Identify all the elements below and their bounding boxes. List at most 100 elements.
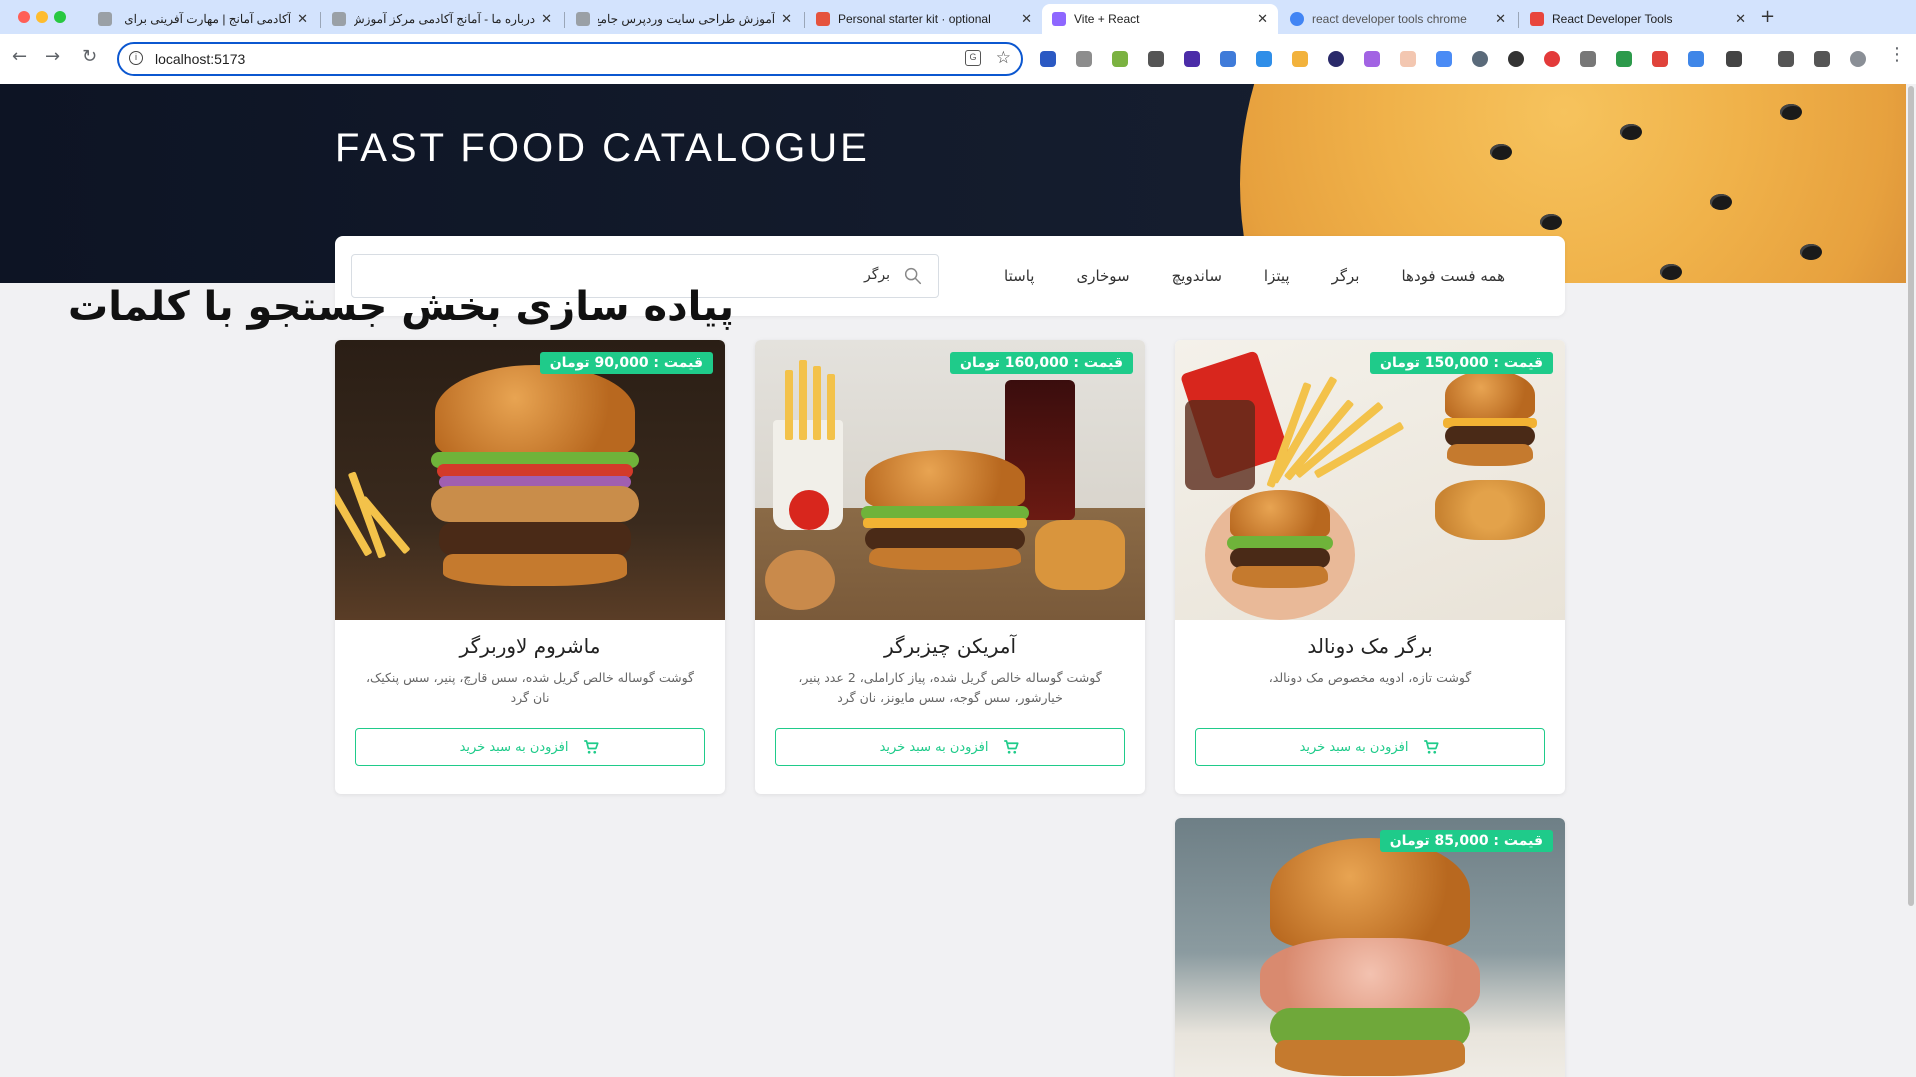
product-description: گوشت گوساله خالص گریل شده، سس قارچ، پنیر… xyxy=(365,670,695,705)
extension-icon[interactable] xyxy=(1328,51,1344,67)
add-to-cart-label: افزودن به سبد خرید xyxy=(1299,739,1409,755)
side-panel-icon[interactable] xyxy=(1814,51,1830,67)
page-scrollbar-track[interactable] xyxy=(1906,84,1916,1077)
product-description: گوشت گوساله خالص گریل شده، پیاز کاراملی،… xyxy=(798,670,1102,705)
product-image: قیمت : 90,000 تومان xyxy=(335,340,725,620)
browser-tab[interactable]: درباره ما - آمانج آکادمی مرکز آموزش ✕ xyxy=(322,4,562,34)
product-image: قیمت : 85,000 تومان xyxy=(1175,818,1565,1077)
close-tab-icon[interactable]: ✕ xyxy=(297,11,308,27)
product-card: قیمت : 90,000 تومان ماشروم لاوربرگر گوشت… xyxy=(335,340,725,794)
category-pizza[interactable]: پیتزا xyxy=(1264,267,1290,285)
product-card: قیمت : 150,000 تومان برگر مک دونالد گوشت… xyxy=(1175,340,1565,794)
recorder-icon[interactable] xyxy=(1652,51,1668,67)
product-name: برگر مک دونالد xyxy=(1307,634,1433,658)
price-badge: قیمت : 160,000 تومان xyxy=(950,352,1133,374)
vite-favicon-icon xyxy=(1052,12,1066,26)
url-text[interactable]: localhost:5173 xyxy=(155,51,245,67)
price-badge: قیمت : 90,000 تومان xyxy=(539,352,713,374)
category-pasta[interactable]: پاستا xyxy=(1004,267,1034,285)
category-fried[interactable]: سوخاری xyxy=(1076,267,1129,285)
browser-tab[interactable]: Personal starter kit · optional ✕ xyxy=(806,4,1042,34)
price-badge: قیمت : 150,000 تومان xyxy=(1370,352,1553,374)
extension-icon[interactable] xyxy=(1292,51,1308,67)
menu-kebab-icon[interactable]: ⋮ xyxy=(1888,44,1906,65)
browser-tab-bar: آکادمی آمانج | مهارت آفرینی برای و ✕ درب… xyxy=(0,0,1916,34)
adblock-icon[interactable] xyxy=(1544,51,1560,67)
search-value[interactable]: برگر xyxy=(864,267,890,283)
overlay-caption: پیاده سازی بخش جستجو با کلمات xyxy=(68,284,734,330)
new-tab-button[interactable]: + xyxy=(1760,6,1775,27)
browser-tab[interactable]: آموزش طراحی سایت وردپرس جامع ✕ xyxy=(566,4,802,34)
maximize-window-button[interactable] xyxy=(54,11,66,23)
category-nav: همه فست فودها برگر پیتزا ساندویچ سوخاری … xyxy=(1004,236,1505,316)
product-description: گوشت تازه، ادویه مخصوص مک دونالد، xyxy=(1268,670,1472,685)
tab-favicon-icon xyxy=(576,12,590,26)
qr-code-icon[interactable] xyxy=(1148,51,1164,67)
price-badge: قیمت : 85,000 تومان xyxy=(1379,830,1553,852)
extension-icon[interactable] xyxy=(1184,51,1200,67)
browser-tab-active[interactable]: Vite + React ✕ xyxy=(1042,4,1278,34)
close-tab-icon[interactable]: ✕ xyxy=(781,11,792,27)
cart-icon xyxy=(584,740,600,754)
product-image: قیمت : 150,000 تومان xyxy=(1175,340,1565,620)
translate-icon[interactable]: G xyxy=(965,50,981,66)
product-image: قیمت : 160,000 تومان xyxy=(755,340,1145,620)
add-to-cart-label: افزودن به سبد خرید xyxy=(459,739,569,755)
site-info-icon[interactable]: i xyxy=(129,51,143,65)
react-devtools-icon[interactable] xyxy=(1472,51,1488,67)
extensions-puzzle-icon[interactable] xyxy=(1726,51,1742,67)
extension-icon[interactable] xyxy=(1436,51,1452,67)
close-window-button[interactable] xyxy=(18,11,30,23)
forward-arrow-icon[interactable]: → xyxy=(45,46,60,67)
address-bar[interactable]: i localhost:5173 G ☆ xyxy=(117,42,1023,76)
page-title: FAST FOOD CATALOGUE xyxy=(335,126,870,170)
category-burger[interactable]: برگر xyxy=(1332,267,1360,285)
extension-icon[interactable] xyxy=(1400,51,1416,67)
extension-icon[interactable] xyxy=(1364,51,1380,67)
extension-icon[interactable] xyxy=(1076,51,1092,67)
tab-favicon-icon xyxy=(816,12,830,26)
add-to-cart-button[interactable]: افزودن به سبد خرید xyxy=(775,728,1125,766)
downloads-icon[interactable] xyxy=(1778,51,1794,67)
extension-icon[interactable] xyxy=(1580,51,1596,67)
extension-icon[interactable] xyxy=(1688,51,1704,67)
extension-icon[interactable] xyxy=(1112,51,1128,67)
cart-icon xyxy=(1004,740,1020,754)
category-all[interactable]: همه فست فودها xyxy=(1401,267,1505,285)
extension-icon[interactable] xyxy=(1040,51,1056,67)
cart-icon xyxy=(1424,740,1440,754)
close-tab-icon[interactable]: ✕ xyxy=(1021,11,1032,27)
minimize-window-button[interactable] xyxy=(36,11,48,23)
extension-icon[interactable] xyxy=(1220,51,1236,67)
profile-avatar[interactable] xyxy=(1850,51,1866,67)
close-tab-icon[interactable]: ✕ xyxy=(1257,11,1268,27)
reload-icon[interactable]: ↻ xyxy=(82,46,97,67)
tab-favicon-icon xyxy=(98,12,112,26)
page-viewport: FAST FOOD CATALOGUE همه فست فودها برگر پ… xyxy=(0,84,1916,1077)
download-helper-icon[interactable] xyxy=(1256,51,1272,67)
browser-tab[interactable]: آکادمی آمانج | مهارت آفرینی برای و ✕ xyxy=(88,4,318,34)
extension-icon[interactable] xyxy=(1508,51,1524,67)
browser-tab[interactable]: react developer tools chrome ✕ xyxy=(1280,4,1516,34)
close-tab-icon[interactable]: ✕ xyxy=(1735,11,1746,27)
google-favicon-icon xyxy=(1290,12,1304,26)
browser-tab[interactable]: React Developer Tools ✕ xyxy=(1520,4,1756,34)
product-name: ماشروم لاوربرگر xyxy=(459,634,601,658)
category-sandwich[interactable]: ساندویچ xyxy=(1172,267,1222,285)
close-tab-icon[interactable]: ✕ xyxy=(1495,11,1506,27)
product-name: آمریکن چیزبرگر xyxy=(883,634,1017,658)
search-icon xyxy=(904,267,922,285)
product-card: قیمت : 85,000 تومان xyxy=(1175,818,1565,1077)
add-to-cart-button[interactable]: افزودن به سبد خرید xyxy=(355,728,705,766)
product-card: قیمت : 160,000 تومان آمریکن چیزبرگر گوشت… xyxy=(755,340,1145,794)
shield-icon[interactable] xyxy=(1616,51,1632,67)
page-scrollbar-thumb[interactable] xyxy=(1908,86,1914,906)
browser-toolbar: ← → ↻ i localhost:5173 G ☆ ⋮ xyxy=(0,34,1916,84)
back-arrow-icon[interactable]: ← xyxy=(12,46,27,67)
add-to-cart-label: افزودن به سبد خرید xyxy=(879,739,989,755)
close-tab-icon[interactable]: ✕ xyxy=(541,11,552,27)
rainbow-favicon-icon xyxy=(1530,12,1544,26)
add-to-cart-button[interactable]: افزودن به سبد خرید xyxy=(1195,728,1545,766)
tab-favicon-icon xyxy=(332,12,346,26)
bookmark-star-icon[interactable]: ☆ xyxy=(996,48,1011,68)
